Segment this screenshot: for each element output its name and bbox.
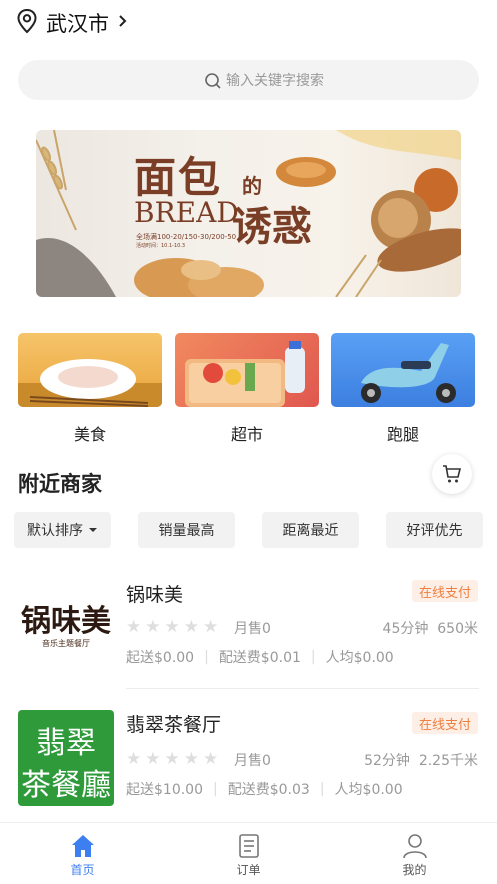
per-person-2: 人均$0.00 [334,782,403,798]
tab-home[interactable]: 首页 [0,823,165,884]
fees-row-1: 起送$0.00 | 配送费$0.01 | 人均$0.00 [126,647,394,667]
filter-default[interactable]: 默认排序 [14,512,111,548]
city-name[interactable]: 武汉市 [46,8,109,38]
store-logo-1[interactable]: 锅味美 音乐主题餐厅 [18,580,114,676]
fees-row-2: 起送$10.00 | 配送费$0.03 | 人均$0.00 [126,779,403,799]
orders-icon [238,834,259,858]
cart-button[interactable] [432,454,472,494]
eta-distance-1: 45分钟 650米 [330,618,478,638]
store-name-2[interactable]: 翡翠茶餐厅 [126,710,221,737]
category-errand-image[interactable] [331,333,475,407]
delivery-fee-1: 配送费$0.01 [218,650,301,666]
star-icon: ★ [126,617,142,637]
bottom-tab-bar: 首页 订单 我的 [0,822,497,884]
eta-distance-2: 52分钟 2.25千米 [330,750,478,770]
filter-distance[interactable]: 距离最近 [262,512,359,548]
monthly-sales-2: 月售0 [234,753,271,769]
filter-sales[interactable]: 销量最高 [138,512,235,548]
food-illustration [18,359,162,407]
tab-mine[interactable]: 我的 [332,823,497,884]
fee-separator: | [204,649,209,665]
tab-orders-label: 订单 [236,863,261,877]
store-logo-1-sub: 音乐主题餐厅 [42,639,90,648]
nearby-title: 附近商家 [18,472,102,496]
online-pay-badge-2: 在线支付 [412,712,478,734]
location-pin-icon [17,8,37,34]
delivery-fee-2: 配送费$0.03 [227,782,310,798]
search-icon [205,73,221,89]
distance-2: 2.25千米 [418,753,478,769]
profile-icon [402,834,427,859]
tab-home-label: 首页 [70,863,95,877]
banner-title-en: BREAD [134,196,239,229]
search-placeholder: 输入关键字搜索 [226,73,324,89]
filter-rating[interactable]: 好评优先 [386,512,483,548]
per-person-1: 人均$0.00 [325,650,394,666]
fee-separator: | [319,781,325,797]
rating-stars-2: ★ ★ ★ ★ ★ [126,749,219,769]
star-icon: ★ [145,617,161,637]
min-order-2: 起送$10.00 [126,782,203,798]
star-icon: ★ [164,617,180,637]
monthly-sales-1: 月售0 [234,621,271,637]
online-pay-badge-1: 在线支付 [412,580,478,602]
home-icon [71,835,94,857]
tab-orders[interactable]: 订单 [166,823,331,884]
store-divider [126,688,479,689]
star-icon: ★ [203,617,219,637]
chevron-right-icon[interactable] [118,14,128,28]
star-icon: ★ [183,617,199,637]
banner-promo: 全场满100-20/150-30/200-50 [136,233,237,241]
min-order-1: 起送$0.00 [126,650,195,666]
category-food-image[interactable] [18,333,162,407]
grocery-illustration [185,341,305,407]
filter-default-label: 默认排序 [27,523,83,539]
eta-1: 45分钟 [382,621,429,637]
cart-icon [443,465,462,483]
star-icon: ★ [203,749,219,769]
store-name-1[interactable]: 锅味美 [126,580,183,607]
star-icon: ★ [164,749,180,769]
category-errand-label[interactable]: 跑腿 [331,421,475,445]
distance-1: 650米 [437,621,478,637]
fee-separator: | [310,649,316,665]
banner-title-part2: 诱惑 [232,203,312,250]
category-food-label[interactable]: 美食 [18,421,162,445]
search-input[interactable]: 输入关键字搜索 [18,60,479,100]
eta-2: 52分钟 [364,753,410,769]
store-logo-1-text: 锅味美 [21,604,111,639]
star-icon: ★ [145,749,161,769]
dropdown-caret-icon [89,528,97,532]
promo-banner[interactable]: 面包 的 BREAD 诱惑 全场满100-20/150-30/200-50 活动… [36,130,461,297]
store-logo-2[interactable]: 翡翠 茶餐廳 [18,710,114,806]
tab-mine-label: 我的 [402,863,427,877]
location-bar[interactable]: 武汉市 [0,0,497,48]
banner-date: 活动时间：10.1-10.3 [136,243,186,249]
store-logo-2-line2: 茶餐廳 [21,768,111,803]
star-icon: ★ [126,749,142,769]
rating-stars-1: ★ ★ ★ ★ ★ [126,617,219,637]
star-icon: ★ [183,749,199,769]
scooter-illustration [361,343,456,403]
category-supermarket-label[interactable]: 超市 [175,421,319,445]
category-supermarket-image[interactable] [175,333,319,407]
store-logo-2-line1: 翡翠 [36,726,96,761]
fee-separator: | [213,781,218,797]
